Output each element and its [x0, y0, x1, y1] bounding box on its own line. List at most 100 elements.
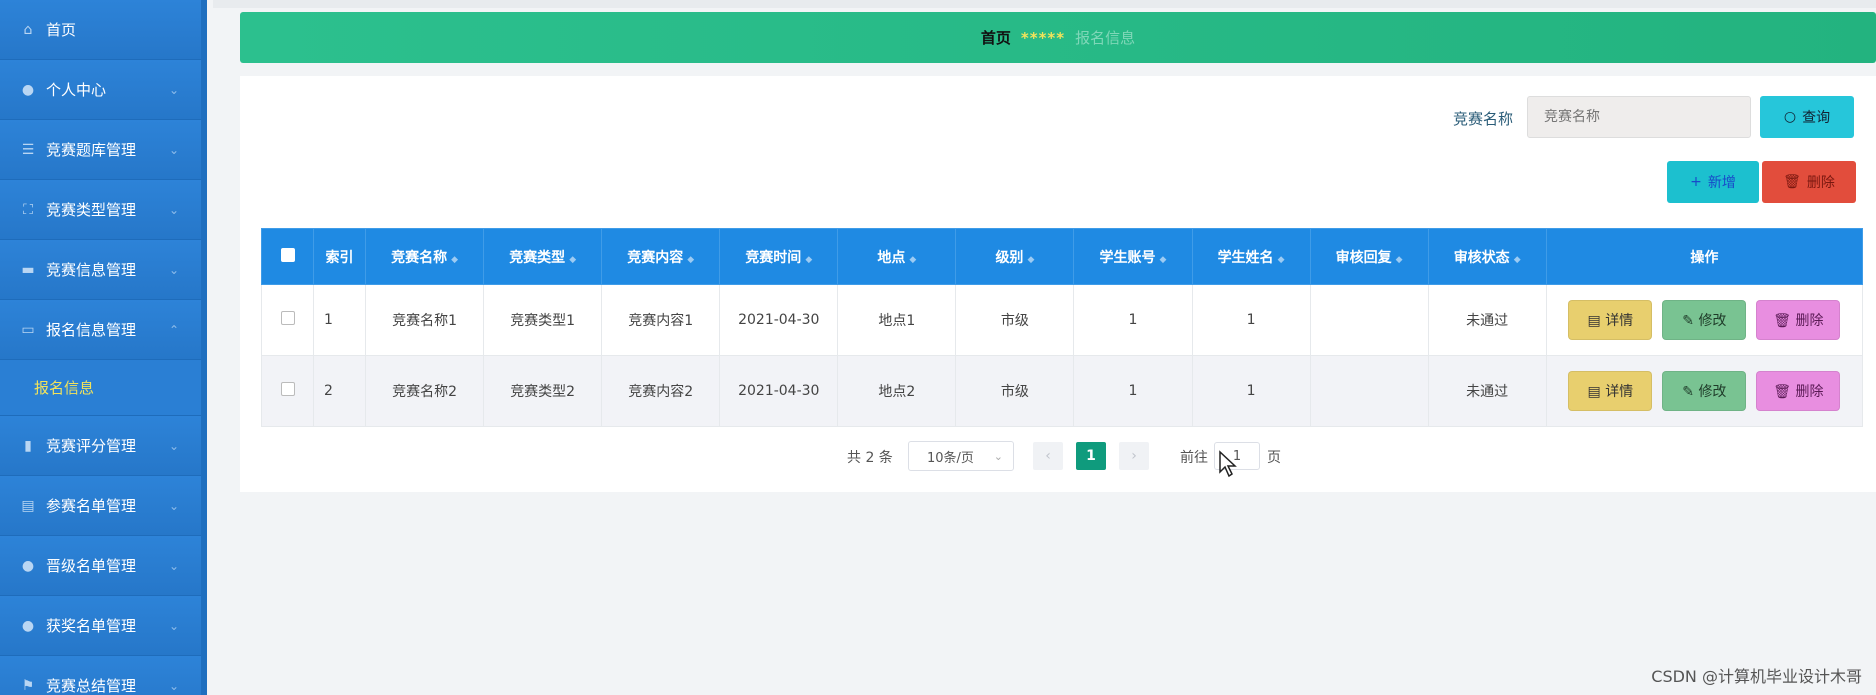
sort-icon[interactable]: ◆ [1396, 255, 1403, 265]
column-header[interactable]: 审核状态 ◆ [1427, 228, 1547, 285]
sort-icon[interactable]: ◆ [451, 255, 458, 265]
edit-button[interactable]: ✎ 修改 [1662, 371, 1747, 411]
cell-content: 竞赛内容1 [601, 284, 721, 356]
user-icon: ● [21, 557, 35, 574]
next-page-button[interactable]: › [1119, 442, 1149, 470]
row-checkbox[interactable] [280, 311, 295, 325]
column-header[interactable]: 竞赛时间 ◆ [719, 228, 839, 285]
column-header[interactable]: 竞赛内容 ◆ [601, 228, 721, 285]
sidebar-item-scoring[interactable]: ▮ 竞赛评分管理 ⌄ [0, 416, 201, 476]
sort-icon[interactable]: ◆ [1514, 255, 1521, 265]
frame-icon: ⛶ [23, 201, 33, 218]
cell-review-status: 未通过 [1427, 284, 1547, 356]
sidebar-item-competition-info[interactable]: ▬ 竞赛信息管理 ⌄ [0, 240, 201, 300]
user-icon: ● [21, 81, 35, 98]
search-input[interactable] [1527, 96, 1751, 138]
detail-button[interactable]: ▤ 详情 [1568, 300, 1653, 340]
sort-icon[interactable]: ◆ [1160, 255, 1167, 265]
sidebar-item-awards[interactable]: ● 获奖名单管理 ⌄ [0, 596, 201, 656]
select-all-checkbox[interactable] [280, 247, 295, 262]
column-header[interactable]: 学生账号 ◆ [1073, 228, 1193, 285]
cell-review-reply [1309, 355, 1429, 427]
sidebar-item-summary[interactable]: ⚑ 竞赛总结管理 ⌄ [0, 656, 201, 695]
column-header[interactable]: 竞赛名称 ◆ [365, 228, 485, 285]
search-label: 竞赛名称 [1453, 110, 1514, 128]
briefcase-icon: ▬ [21, 261, 35, 278]
delete-button[interactable]: 🗑 删除 [1762, 161, 1856, 203]
sidebar-item-advancement[interactable]: ● 晋级名单管理 ⌄ [0, 536, 201, 596]
cell-name: 竞赛名称2 [365, 355, 485, 427]
breadcrumb-home[interactable]: 首页 [981, 27, 1011, 48]
sidebar-item-question-bank[interactable]: ☰ 竞赛题库管理 ⌄ [0, 120, 201, 180]
sort-icon[interactable]: ◆ [909, 255, 916, 265]
pencil-icon: ✎ [1682, 384, 1699, 400]
sidebar-item-competition-type[interactable]: ⛶ 竞赛类型管理 ⌄ [0, 180, 201, 240]
column-header[interactable]: 级别 ◆ [955, 228, 1075, 285]
breadcrumb-separator: ***** [1020, 28, 1066, 47]
edit-button[interactable]: ✎ 修改 [1662, 300, 1747, 340]
add-button-label: 新增 [1707, 175, 1736, 191]
column-header[interactable]: 审核回复 ◆ [1309, 228, 1429, 285]
prev-page-button[interactable]: ‹ [1033, 442, 1063, 470]
page-unit-label: 页 [1267, 450, 1281, 466]
select-all-cell[interactable] [260, 228, 315, 285]
chevron-down-icon: ⌄ [168, 142, 179, 157]
query-button-label: 查询 [1802, 110, 1831, 126]
remove-button[interactable]: 🗑 删除 [1756, 300, 1841, 340]
sidebar: ⌂ 首页 ● 个人中心 ⌄ ☰ 竞赛题库管理 ⌄ ⛶ 竞赛类型管理 ⌄ ▬ 竞赛… [0, 0, 207, 695]
goto-label: 前往 [1180, 450, 1208, 466]
sort-icon[interactable]: ◆ [687, 255, 694, 265]
sidebar-item-profile[interactable]: ● 个人中心 ⌄ [0, 60, 201, 120]
sidebar-item-label: 竞赛题库管理 [46, 141, 137, 159]
column-header[interactable]: 地点 ◆ [837, 228, 957, 285]
detail-button[interactable]: ▤ 详情 [1568, 371, 1653, 411]
registration-table: 索引 竞赛名称 ◆ 竞赛类型 ◆ 竞赛内容 ◆ 竞赛时间 ◆ 地点 ◆ 级别 ◆ 学生账号 ◆… [260, 228, 1864, 427]
trash-icon: 🗑 [1783, 174, 1801, 190]
sidebar-item-label: 竞赛总结管理 [46, 677, 137, 695]
page-number-button[interactable]: 1 [1076, 442, 1106, 470]
cell-name: 竞赛名称1 [365, 284, 485, 356]
sidebar-item-label: 竞赛类型管理 [46, 201, 137, 219]
chevron-right-icon: › [1131, 448, 1137, 464]
table-header-row: 索引 竞赛名称 ◆ 竞赛类型 ◆ 竞赛内容 ◆ 竞赛时间 ◆ 地点 ◆ 级别 ◆ 学生账号 ◆… [260, 228, 1864, 285]
sidebar-item-home[interactable]: ⌂ 首页 [0, 0, 201, 60]
column-header: 索引 [313, 228, 367, 285]
sort-icon[interactable]: ◆ [1027, 255, 1034, 265]
remove-button[interactable]: 🗑 删除 [1756, 371, 1841, 411]
cell-index: 1 [313, 284, 367, 356]
sidebar-subitem-registration-info[interactable]: 报名信息 [0, 360, 201, 416]
user-icon: ● [21, 617, 35, 634]
column-header[interactable]: 学生姓名 ◆ [1191, 228, 1311, 285]
sidebar-item-label: 个人中心 [46, 81, 107, 99]
sidebar-item-label: 参赛名单管理 [46, 497, 137, 515]
cell-actions: ▤ 详情 ✎ 修改 🗑 删除 [1545, 355, 1864, 427]
flag-icon: ⚑ [21, 677, 35, 694]
delete-button-label: 删除 [1806, 175, 1835, 191]
sidebar-item-registration[interactable]: ▭ 报名信息管理 ⌃ [0, 300, 201, 360]
query-button[interactable]: ○ 查询 [1760, 96, 1854, 138]
cell-review-reply [1309, 284, 1429, 356]
sort-icon[interactable]: ◆ [569, 255, 576, 265]
sort-icon[interactable]: ◆ [1278, 255, 1285, 265]
mouse-cursor-icon [1219, 450, 1237, 478]
add-button[interactable]: + 新增 [1667, 161, 1759, 203]
page-size-value: 10条/页 [927, 450, 974, 466]
sidebar-item-label: 晋级名单管理 [46, 557, 137, 575]
cell-student-name: 1 [1191, 284, 1311, 356]
cell-time: 2021-04-30 [719, 284, 839, 356]
page-size-select[interactable]: 10条/页 ⌄ [908, 441, 1014, 471]
sidebar-item-label: 竞赛评分管理 [46, 437, 137, 455]
cell-student-account: 1 [1073, 355, 1193, 427]
column-header[interactable]: 竞赛类型 ◆ [483, 228, 603, 285]
cell-type: 竞赛类型1 [483, 284, 603, 356]
chevron-down-icon: ⌄ [168, 618, 179, 633]
document-icon: ▤ [1587, 313, 1606, 329]
table-row: 1 竞赛名称1 竞赛类型1 竞赛内容1 2021-04-30 地点1 市级 1 … [260, 284, 1864, 356]
sidebar-item-participants[interactable]: ▤ 参赛名单管理 ⌄ [0, 476, 201, 536]
chevron-down-icon: ⌄ [168, 202, 179, 217]
sort-icon[interactable]: ◆ [805, 255, 812, 265]
chevron-left-icon: ‹ [1045, 448, 1051, 464]
chevron-up-icon: ⌃ [168, 322, 179, 337]
main-panel: 竞赛名称 ○ 查询 + 新增 🗑 删除 索引 竞赛名称◆ 竞赛类型◆ 竞赛内容◆… [240, 76, 1876, 492]
row-checkbox[interactable] [280, 382, 295, 396]
